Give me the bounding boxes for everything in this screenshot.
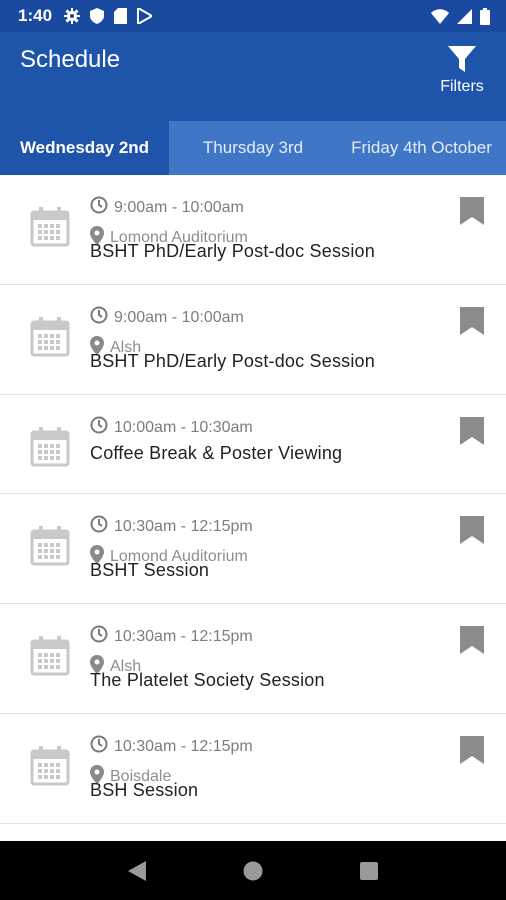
calendar-icon	[30, 207, 70, 247]
bookmark-icon[interactable]	[460, 197, 484, 225]
clock-icon	[90, 625, 114, 648]
shield-icon	[90, 8, 105, 24]
tab-friday[interactable]: Friday 4th October	[337, 121, 506, 175]
session-time: 10:30am - 12:15pm	[90, 735, 253, 758]
bookmark-icon[interactable]	[460, 417, 484, 445]
calendar-icon	[30, 526, 70, 566]
bookmark-icon[interactable]	[460, 626, 484, 654]
session-time: 10:00am - 10:30am	[90, 416, 253, 439]
bookmark-icon[interactable]	[460, 516, 484, 544]
session-item[interactable]: 10:30am - 12:15pm Boisdale BSH Session	[0, 714, 506, 824]
session-title: BSH Session	[90, 780, 199, 800]
session-time-text: 10:30am - 12:15pm	[114, 627, 253, 645]
session-title: Coffee Break & Poster Viewing	[90, 443, 343, 463]
session-time-text: 10:00am - 10:30am	[114, 418, 253, 436]
session-list: 9:00am - 10:00am Lomond Auditorium BSHT …	[0, 175, 506, 841]
calendar-icon	[30, 317, 70, 357]
day-tabs: Wednesday 2nd Thursday 3rd Friday 4th Oc…	[0, 121, 506, 175]
filter-icon	[448, 46, 476, 78]
battery-icon	[480, 7, 490, 25]
filters-label: Filters	[440, 78, 484, 95]
wifi-icon	[431, 8, 449, 24]
tab-thursday[interactable]: Thursday 3rd	[169, 121, 337, 175]
session-item[interactable]: 9:00am - 10:00am Lomond Auditorium BSHT …	[0, 175, 506, 285]
session-item[interactable]: 10:00am - 10:30am Coffee Break & Poster …	[0, 395, 506, 494]
clock-icon	[90, 515, 114, 538]
recents-icon[interactable]	[359, 861, 378, 880]
clock-icon	[90, 735, 114, 758]
session-item[interactable]: 9:00am - 10:00am Alsh BSHT PhD/Early Pos…	[0, 285, 506, 395]
bookmark-icon[interactable]	[460, 736, 484, 764]
clock-icon	[90, 196, 114, 219]
status-time: 1:40	[18, 6, 53, 25]
session-item[interactable]: 10:30am - 12:15pm Lomond Auditorium BSHT…	[0, 494, 506, 604]
session-time-text: 10:30am - 12:15pm	[114, 517, 253, 535]
session-title: BSHT PhD/Early Post-doc Session	[90, 351, 375, 371]
session-time-text: 9:00am - 10:00am	[114, 308, 244, 326]
gear-icon	[64, 8, 81, 24]
session-time: 9:00am - 10:00am	[90, 196, 244, 219]
status-bar: 1:40	[0, 0, 506, 32]
status-icons-left	[64, 8, 153, 24]
play-store-icon	[137, 8, 153, 24]
calendar-icon	[30, 427, 70, 467]
session-title: BSHT Session	[90, 560, 210, 580]
sd-card-icon	[114, 8, 128, 24]
back-icon[interactable]	[128, 860, 147, 881]
session-time: 10:30am - 12:15pm	[90, 515, 253, 538]
clock-icon	[90, 416, 114, 439]
calendar-icon	[30, 746, 70, 786]
clock-icon	[90, 306, 114, 329]
cell-signal-icon	[457, 8, 472, 24]
session-time: 9:00am - 10:00am	[90, 306, 244, 329]
page-title: Schedule	[20, 46, 121, 73]
calendar-icon	[30, 636, 70, 676]
filters-button[interactable]: Filters	[436, 46, 488, 100]
session-title: The Platelet Society Session	[90, 670, 325, 690]
status-icons-right	[431, 7, 490, 25]
bookmark-icon[interactable]	[460, 307, 484, 335]
tab-wednesday[interactable]: Wednesday 2nd	[0, 121, 169, 175]
home-icon[interactable]	[243, 861, 263, 881]
session-title: BSHT PhD/Early Post-doc Session	[90, 241, 375, 261]
session-time-text: 10:30am - 12:15pm	[114, 737, 253, 755]
session-item[interactable]: 10:30am - 12:15pm Alsh The Platelet Soci…	[0, 604, 506, 714]
system-nav-bar	[0, 841, 506, 900]
app-bar: Schedule Filters	[0, 32, 506, 121]
session-time-text: 9:00am - 10:00am	[114, 198, 244, 216]
session-time: 10:30am - 12:15pm	[90, 625, 253, 648]
